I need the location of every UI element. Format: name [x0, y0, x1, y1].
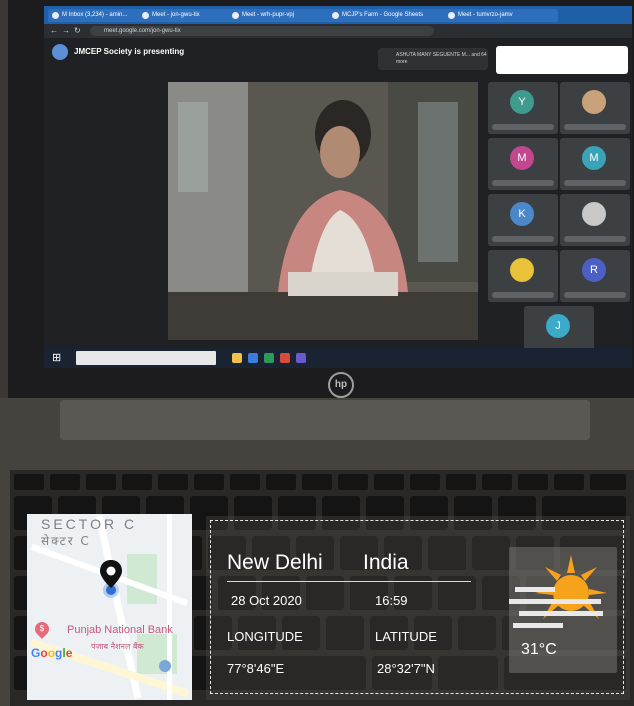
participant-avatar: Y	[510, 90, 534, 114]
map-poi-label-hindi: पंजाब नैशनल बैंक	[91, 642, 144, 651]
google-logo: Google	[31, 646, 73, 660]
latitude-value: 28°32'7"N	[377, 661, 435, 676]
participant-tile[interactable]	[560, 82, 630, 134]
meet-search-panel[interactable]	[496, 46, 628, 74]
bank-marker-icon: $	[32, 619, 52, 639]
video-frame-image	[168, 82, 478, 340]
chrome-icon[interactable]	[280, 353, 290, 363]
geotag-info-card: New Delhi India 28 Oct 2020 16:59 LONGIT…	[206, 516, 630, 700]
participant-tile[interactable]: Y	[488, 82, 558, 134]
map-road	[167, 514, 172, 700]
city-name: New Delhi	[227, 551, 323, 574]
info-divider	[227, 581, 471, 582]
participant-avatar	[582, 202, 606, 226]
edge-browser-icon[interactable]	[248, 353, 258, 363]
app-icon[interactable]	[296, 353, 306, 363]
presenting-label: JMCEP Society is presenting	[74, 47, 185, 56]
country-name: India	[363, 551, 409, 574]
laptop-hinge	[60, 400, 590, 440]
laptop-screen: M Inbox (3,234) - amin... Meet - jon-gwu…	[44, 6, 632, 368]
map-area-label-hindi: सेक्टर C	[41, 534, 91, 548]
participant-name-bar	[492, 124, 554, 130]
reload-icon[interactable]: ↻	[74, 26, 81, 35]
latitude-label: LATITUDE	[375, 629, 437, 644]
participant-avatar: M	[510, 146, 534, 170]
longitude-label: LONGITUDE	[227, 629, 303, 644]
browser-tab[interactable]: Meet - tumvrzo-jamv	[444, 9, 558, 22]
taskbar-search-box[interactable]	[76, 351, 216, 365]
capture-date: 28 Oct 2020	[231, 593, 302, 608]
hp-logo: hp	[328, 372, 354, 398]
participant-tile[interactable]: R	[560, 250, 630, 302]
participant-name-bar	[492, 236, 554, 242]
map-poi-label: Punjab National Bank	[67, 624, 173, 636]
participant-tile[interactable]: M	[488, 138, 558, 190]
presented-video	[168, 82, 478, 340]
capture-time: 16:59	[375, 593, 408, 608]
browser-tab[interactable]: Meet - jon-gwu-tix	[138, 9, 238, 22]
location-map-card: SECTOR C सेक्टर C $ Punjab National Bank…	[27, 514, 192, 700]
info-dashed-frame: New Delhi India 28 Oct 2020 16:59 LONGIT…	[210, 520, 624, 694]
browser-tab[interactable]: MCJP's Farm - Google Sheets	[328, 9, 454, 22]
browser-tab[interactable]: M Inbox (3,234) - amin...	[48, 9, 148, 22]
browser-tab-bar: M Inbox (3,234) - amin... Meet - jon-gwu…	[44, 6, 632, 24]
participant-avatar: J	[546, 314, 570, 338]
presenter-avatar	[52, 44, 68, 60]
participant-avatar: R	[582, 258, 606, 282]
weather-panel: 31°C	[509, 547, 617, 673]
forward-arrow-icon[interactable]: →	[62, 26, 70, 35]
participant-avatar: K	[510, 202, 534, 226]
laptop-lid: M Inbox (3,234) - amin... Meet - jon-gwu…	[8, 0, 634, 408]
participant-avatar: M	[582, 146, 606, 170]
participant-grid: Y M M K R J	[482, 76, 632, 362]
participant-chip[interactable]: ASHUTA MANY SEGUENTE M... and 64 more	[378, 48, 488, 70]
participant-name-bar	[492, 292, 554, 298]
participant-tile[interactable]	[560, 194, 630, 246]
longitude-value: 77°8'46"E	[227, 661, 285, 676]
location-pin-icon	[100, 560, 122, 598]
participant-name-bar	[564, 180, 626, 186]
participant-name-bar	[564, 236, 626, 242]
participant-name-bar	[564, 292, 626, 298]
map-poi-icon	[159, 660, 171, 672]
participant-tile[interactable]: K	[488, 194, 558, 246]
browser-tab[interactable]: Meet - wrh-pupr-vpj	[228, 9, 338, 22]
participant-name-bar	[564, 124, 626, 130]
participant-tile[interactable]	[488, 250, 558, 302]
participant-avatar	[510, 258, 534, 282]
windows-start-icon[interactable]: ⊞	[52, 351, 61, 364]
os-taskbar: ⊞	[44, 348, 632, 368]
address-bar: ← → ↻ meet.google.com/jon-gwu-tix	[44, 24, 632, 38]
sun-haze-icon	[509, 555, 607, 628]
map-area-label: SECTOR C	[41, 516, 138, 532]
file-explorer-icon[interactable]	[232, 353, 242, 363]
participant-avatar	[582, 90, 606, 114]
url-field[interactable]: meet.google.com/jon-gwu-tix	[90, 26, 434, 36]
participant-name-bar	[492, 180, 554, 186]
back-arrow-icon[interactable]: ←	[50, 26, 58, 35]
temperature-value: 31°C	[521, 641, 557, 658]
app-icon[interactable]	[264, 353, 274, 363]
participant-tile[interactable]: M	[560, 138, 630, 190]
photo-scene: M Inbox (3,234) - amin... Meet - jon-gwu…	[0, 0, 634, 706]
